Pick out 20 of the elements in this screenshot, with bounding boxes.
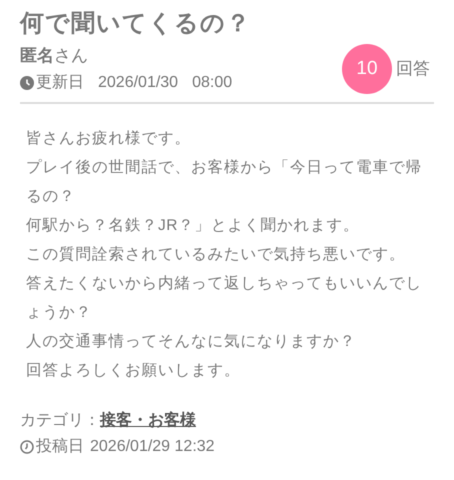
body-text: 答えたくないから内緒って返しちゃってもいいんでしょうか？ <box>26 274 423 323</box>
body-text: 何駅から？名鉄？JR？」とよく聞かれます。 <box>26 216 360 236</box>
question-title: 何で聞いてくるの？ <box>20 9 252 39</box>
body-text: 人の交通事情ってそんなに気になりますか？ <box>26 332 357 352</box>
updated-label: 更新日 <box>36 72 84 93</box>
posted-label: 投稿日 <box>36 436 84 457</box>
body-text: この質問詮索されているみたいで気持ち悪いです。 <box>26 245 406 265</box>
answer-label: 回答 <box>396 58 430 80</box>
body-text: 皆さんお疲れ様です。 <box>26 129 192 149</box>
answer-count-badge: 10 <box>342 44 392 94</box>
category-label: カテゴリ： <box>20 412 100 431</box>
body-text: 回答よろしくお願いします。 <box>26 361 242 381</box>
category-link[interactable]: 接客・お客様 <box>100 409 196 433</box>
updated-date: 2026/01/30 <box>98 73 178 93</box>
clock-icon <box>20 440 34 454</box>
body-text: プレイ後の世間話で、お客様から「今日って電車で帰るの？ <box>26 158 423 207</box>
updated-time: 08:00 <box>192 73 232 93</box>
author-name: 匿名さん <box>20 45 89 67</box>
posted-datetime: 2026/01/29 12:32 <box>90 437 215 457</box>
clock-icon <box>20 76 34 90</box>
